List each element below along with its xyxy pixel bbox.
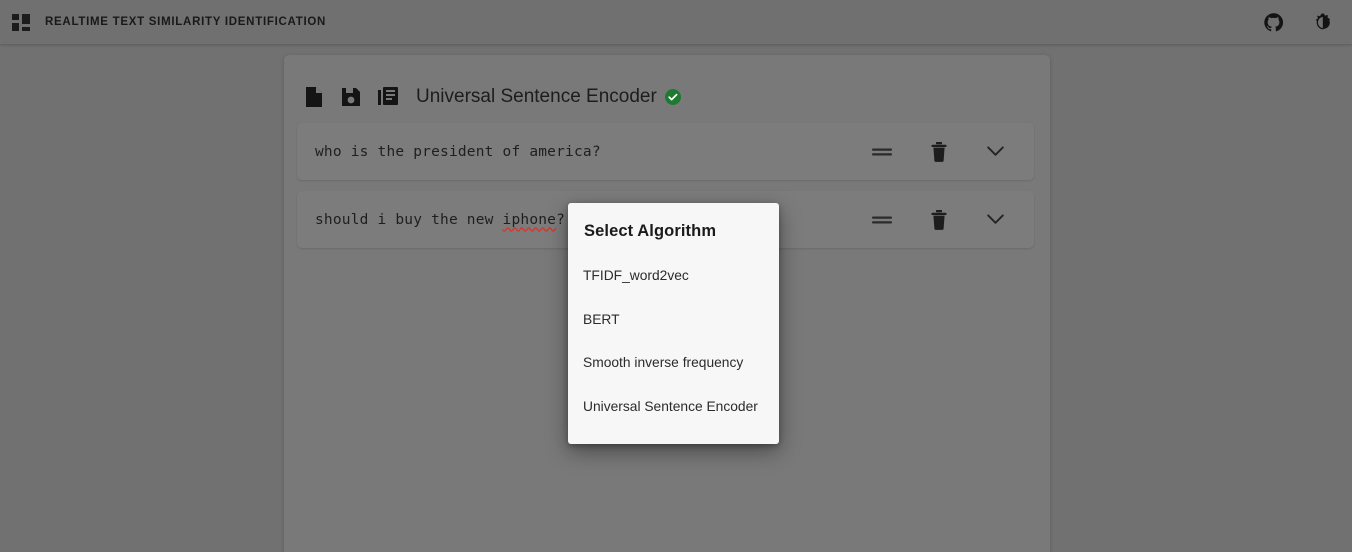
sentence-input[interactable]: who is the president of america? xyxy=(297,144,853,160)
grid-logo-icon xyxy=(12,13,31,31)
new-file-icon[interactable] xyxy=(306,84,340,110)
algorithm-list-icon[interactable] xyxy=(378,84,412,110)
app-root: REALTIME TEXT SIMILARITY IDENTIFICATION xyxy=(0,0,1366,552)
app-header-actions xyxy=(1260,9,1336,35)
misspelled-word: iphone xyxy=(502,211,557,228)
sentence-text-after: ? xyxy=(556,211,566,228)
github-icon[interactable] xyxy=(1260,9,1286,35)
selected-algorithm-label: Universal Sentence Encoder xyxy=(416,86,657,107)
delete-icon[interactable] xyxy=(910,132,967,172)
page-scrollbar[interactable] xyxy=(1352,0,1366,552)
expand-chevron-icon[interactable] xyxy=(967,132,1024,172)
brand: REALTIME TEXT SIMILARITY IDENTIFICATION xyxy=(12,13,327,31)
compare-icon[interactable] xyxy=(853,132,910,172)
row-actions xyxy=(853,132,1034,172)
algorithm-option-universal-sentence-encoder[interactable]: Universal Sentence Encoder xyxy=(568,385,779,429)
compare-icon[interactable] xyxy=(853,200,910,240)
delete-icon[interactable] xyxy=(910,200,967,240)
app-header: REALTIME TEXT SIMILARITY IDENTIFICATION xyxy=(0,0,1352,44)
algorithm-option-list: TFIDF_word2vec BERT Smooth inverse frequ… xyxy=(568,254,779,428)
select-algorithm-dialog: Select Algorithm TFIDF_word2vec BERT Smo… xyxy=(568,203,779,444)
save-icon[interactable] xyxy=(342,84,376,110)
check-circle-icon xyxy=(664,89,681,105)
sentence-text-before: should i buy the new xyxy=(315,211,503,228)
expand-chevron-icon[interactable] xyxy=(967,200,1024,240)
dialog-title: Select Algorithm xyxy=(584,222,717,240)
row-actions xyxy=(853,200,1034,240)
card-header: Universal Sentence Encoder xyxy=(284,55,1050,117)
dark-mode-icon[interactable] xyxy=(1310,9,1336,35)
algorithm-option-smooth-inverse-frequency[interactable]: Smooth inverse frequency xyxy=(568,341,779,385)
algorithm-option-tfidf-word2vec[interactable]: TFIDF_word2vec xyxy=(568,254,779,298)
app-title: REALTIME TEXT SIMILARITY IDENTIFICATION xyxy=(45,16,327,28)
algorithm-option-bert[interactable]: BERT xyxy=(568,298,779,342)
table-row[interactable]: who is the president of america? xyxy=(297,123,1034,180)
